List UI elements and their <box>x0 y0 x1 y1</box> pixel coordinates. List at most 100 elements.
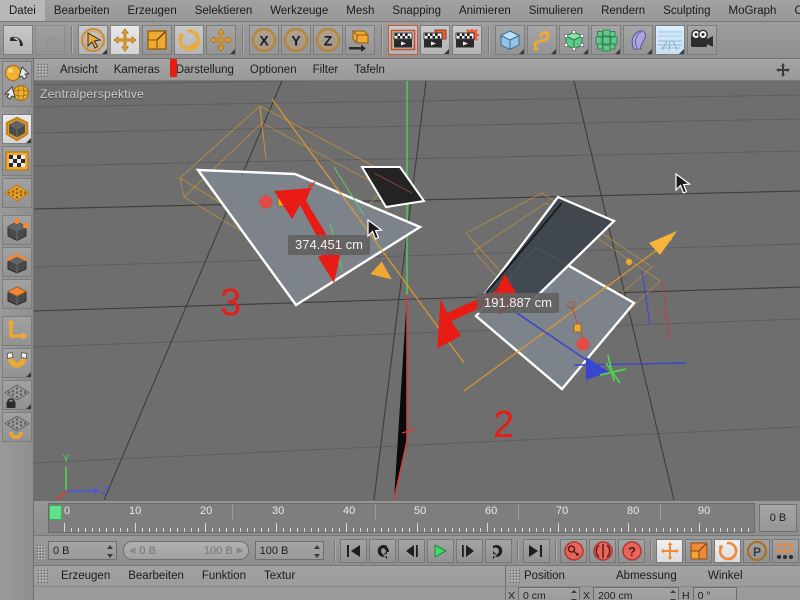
menu-werkzeuge[interactable]: Werkzeuge <box>261 0 337 22</box>
texture-axis-icon[interactable] <box>2 146 32 176</box>
play-button[interactable] <box>427 539 454 563</box>
coord-size-x-field[interactable]: 200 cm <box>593 587 679 600</box>
panel-grip-icon[interactable] <box>509 569 520 583</box>
coord-position-x-field[interactable]: 0 cm <box>518 587 580 600</box>
timeline-tick <box>663 528 664 532</box>
menu-simulieren[interactable]: Simulieren <box>520 0 592 22</box>
timeline-playhead[interactable] <box>49 505 62 520</box>
stepper-icon[interactable] <box>313 545 320 558</box>
goto-end-button[interactable] <box>523 539 550 563</box>
magnet-icon[interactable] <box>2 348 32 378</box>
menu-sculpting[interactable]: Sculpting <box>654 0 719 22</box>
move-tool-icon[interactable] <box>110 25 140 55</box>
menu-erzeugen[interactable]: Erzeugen <box>118 0 185 22</box>
axis-move-icon[interactable] <box>2 316 32 346</box>
render-view-icon[interactable] <box>388 25 418 55</box>
lock-x-icon[interactable]: X <box>249 25 279 55</box>
stepper-icon[interactable] <box>106 545 113 558</box>
menu-datei[interactable]: Datei <box>0 0 45 22</box>
editable-object-icon[interactable] <box>2 114 32 144</box>
array-icon[interactable] <box>591 25 621 55</box>
step-forward-button[interactable] <box>456 539 483 563</box>
vp-menu-kameras[interactable]: Kameras <box>106 59 168 81</box>
snap-grid-icon[interactable] <box>2 412 32 442</box>
menu-snapping[interactable]: Snapping <box>383 0 450 22</box>
vp-menu-ansicht[interactable]: Ansicht <box>52 59 106 81</box>
autokey-button[interactable] <box>589 539 616 563</box>
edges-mode-icon[interactable] <box>2 247 32 277</box>
live-selection-icon[interactable] <box>78 25 108 55</box>
range-next-icon[interactable]: ▶ <box>237 545 244 556</box>
loop-next-button[interactable] <box>485 539 512 563</box>
step-back-button[interactable] <box>398 539 425 563</box>
move-axis-icon[interactable] <box>206 25 236 55</box>
mat-menu-bearbeiten[interactable]: Bearbeiten <box>119 566 193 586</box>
menu-charakter[interactable]: Charakter <box>785 0 800 22</box>
material-manager-body[interactable] <box>34 586 505 600</box>
scale-tool-icon[interactable] <box>142 25 172 55</box>
mat-menu-erzeugen[interactable]: Erzeugen <box>52 566 119 586</box>
timeline-bar: 0 10 20 30 40 50 60 70 80 90 100 0 B <box>34 500 800 535</box>
record-key-button[interactable] <box>560 539 587 563</box>
menu-selektieren[interactable]: Selektieren <box>186 0 262 22</box>
panel-grip-icon[interactable] <box>36 544 45 559</box>
environment-icon[interactable] <box>655 25 685 55</box>
panel-grip-icon[interactable] <box>37 569 48 583</box>
timeline-divider <box>660 504 661 520</box>
timeline-ruler[interactable]: 0 10 20 30 40 50 60 70 80 90 100 <box>48 503 755 533</box>
material-sphere-icon[interactable] <box>2 61 32 107</box>
menu-rendern[interactable]: Rendern <box>592 0 654 22</box>
loop-prev-button[interactable] <box>369 539 396 563</box>
render-settings-icon[interactable] <box>452 25 482 55</box>
camera-icon[interactable] <box>687 25 717 55</box>
vp-menu-filter[interactable]: Filter <box>305 59 347 81</box>
cube-primitive-icon[interactable] <box>495 25 525 55</box>
render-region-icon[interactable] <box>420 25 450 55</box>
menu-mesh[interactable]: Mesh <box>337 0 383 22</box>
bend-deformer-icon[interactable] <box>623 25 653 55</box>
polygon-grid-icon[interactable] <box>2 178 32 208</box>
nurbs-icon[interactable] <box>559 25 589 55</box>
coord-angle-h-field[interactable]: 0 ° <box>693 587 737 600</box>
mat-menu-textur[interactable]: Textur <box>255 566 304 586</box>
key-scale-button[interactable] <box>685 539 712 563</box>
frame-start-field[interactable]: 0 B <box>48 541 117 560</box>
timeline-end-field[interactable]: 0 B <box>759 504 797 532</box>
stepper-icon[interactable] <box>670 590 676 600</box>
vp-menu-darstellung[interactable]: Darstellung <box>168 59 242 81</box>
transport-divider <box>555 540 556 562</box>
mat-menu-funktion[interactable]: Funktion <box>193 566 255 586</box>
vp-menu-tafeln[interactable]: Tafeln <box>346 59 393 81</box>
menu-mograph[interactable]: MoGraph <box>720 0 786 22</box>
rotate-tool-icon[interactable] <box>174 25 204 55</box>
panel-grip-icon[interactable] <box>37 63 48 77</box>
lock-y-icon[interactable]: Y <box>281 25 311 55</box>
polygons-mode-icon[interactable] <box>2 279 32 309</box>
viewport[interactable]: Y Z X 374.451 cm 191.887 cm 3 2 <box>34 59 800 500</box>
lock-grid-icon[interactable] <box>2 380 32 410</box>
key-param-button[interactable]: P <box>743 539 770 563</box>
viewport-canvas[interactable]: Y Z X 374.451 cm 191.887 cm 3 2 <box>34 81 800 500</box>
menu-animieren[interactable]: Animieren <box>450 0 520 22</box>
undo-icon[interactable] <box>3 25 33 55</box>
stepper-icon[interactable] <box>571 590 577 600</box>
goto-start-button[interactable] <box>340 539 367 563</box>
frame-end-field[interactable]: 100 B <box>255 541 324 560</box>
timeline-divider <box>518 504 519 520</box>
viewport-move-icon[interactable] <box>770 62 796 78</box>
timeline-tick <box>748 528 749 532</box>
lock-z-icon[interactable]: Z <box>313 25 343 55</box>
key-help-button[interactable]: ? <box>618 539 645 563</box>
world-coord-icon[interactable] <box>345 25 375 55</box>
vp-menu-optionen[interactable]: Optionen <box>242 59 305 81</box>
spline-icon[interactable] <box>527 25 557 55</box>
key-position-button[interactable] <box>656 539 683 563</box>
key-points-button[interactable] <box>772 539 799 563</box>
points-mode-icon[interactable] <box>2 215 32 245</box>
range-prev-icon[interactable]: ◀ <box>128 545 135 556</box>
preview-range-field[interactable]: ◀ 0 B 100 B ▶ <box>123 541 248 560</box>
redo-icon[interactable] <box>35 25 65 55</box>
coordinates-manager-body[interactable]: X 0 cm X 200 cm H 0 ° <box>506 586 800 600</box>
menu-bearbeiten[interactable]: Bearbeiten <box>45 0 119 22</box>
key-rotation-button[interactable] <box>714 539 741 563</box>
